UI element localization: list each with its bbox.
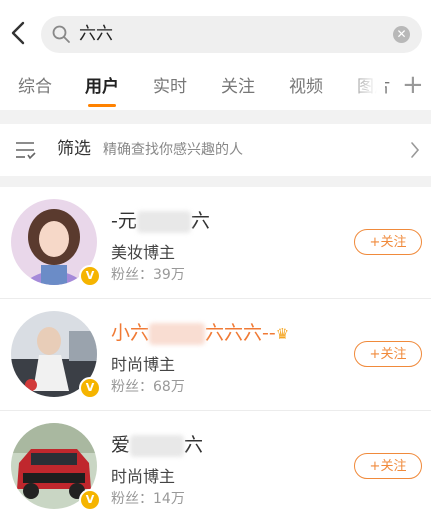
verified-badge-icon: V	[79, 489, 101, 511]
follow-button[interactable]: +关注	[354, 453, 422, 479]
verified-badge-icon: V	[79, 265, 101, 287]
list-item[interactable]: V 小六 六六六--♛ 时尚博主 粉丝：68万 +关注	[0, 299, 431, 411]
list-item[interactable]: V -元 六 美妆博主 粉丝：39万 +关注	[0, 187, 431, 299]
user-name-prefix: 小六	[111, 322, 150, 344]
tab-fade-overlay	[345, 62, 385, 110]
user-category: 时尚博主	[111, 355, 176, 374]
add-tab-icon[interactable]: +	[402, 72, 424, 98]
search-query[interactable]: 六六	[79, 23, 113, 45]
user-name[interactable]: 小六 六六六--♛	[111, 320, 289, 347]
list-item[interactable]: V 爱六 时尚博主 粉丝：14万 +关注	[0, 411, 431, 523]
filter-description: 精确查找你感兴趣的人	[103, 142, 243, 158]
user-name-prefix: -元	[111, 210, 137, 232]
verified-badge-icon: V	[79, 377, 101, 399]
follow-button[interactable]: +关注	[354, 229, 422, 255]
tab-bar: 综合 用户 实时 关注 视频 图片 +	[0, 62, 431, 110]
follow-button[interactable]: +关注	[354, 341, 422, 367]
filter-bar[interactable]: 筛选 精确查找你感兴趣的人	[0, 124, 431, 176]
filter-icon	[16, 142, 36, 160]
tab-realtime[interactable]: 实时	[153, 76, 187, 98]
tab-video[interactable]: 视频	[289, 76, 323, 98]
chevron-right-icon	[411, 142, 420, 158]
user-list: V -元六 美妆博主 粉丝：39万 +关注 V 小六 六六六--♛ 时尚博主 粉丝…	[0, 187, 431, 523]
search-input[interactable]: 六六 ✕	[41, 16, 422, 53]
back-arrow-icon[interactable]	[8, 20, 30, 46]
tab-users[interactable]: 用户	[85, 76, 119, 98]
follower-count: 粉丝：39万	[111, 267, 185, 283]
user-name-suffix: 六	[190, 210, 210, 232]
redaction-blur	[136, 210, 191, 233]
follower-count: 粉丝：14万	[111, 491, 185, 507]
follower-count: 粉丝：68万	[111, 379, 185, 395]
active-tab-indicator	[88, 104, 116, 107]
user-name[interactable]: 爱六	[111, 432, 203, 458]
filter-title: 筛选	[57, 139, 91, 159]
search-icon	[52, 25, 70, 43]
clear-icon[interactable]: ✕	[393, 26, 410, 43]
user-name-suffix: 六	[184, 434, 204, 456]
redaction-blur	[130, 434, 185, 457]
search-header: 六六 ✕	[0, 0, 431, 62]
tab-following[interactable]: 关注	[221, 76, 255, 98]
user-category: 时尚博主	[111, 467, 176, 486]
user-category: 美妆博主	[111, 243, 176, 262]
redaction-blur	[149, 322, 206, 345]
user-name[interactable]: -元 六	[111, 208, 210, 234]
user-name-suffix: 六六六--	[205, 322, 276, 344]
user-name-prefix: 爱	[111, 434, 131, 456]
tab-comprehensive[interactable]: 综合	[18, 76, 52, 98]
crown-icon: ♛	[275, 324, 290, 343]
